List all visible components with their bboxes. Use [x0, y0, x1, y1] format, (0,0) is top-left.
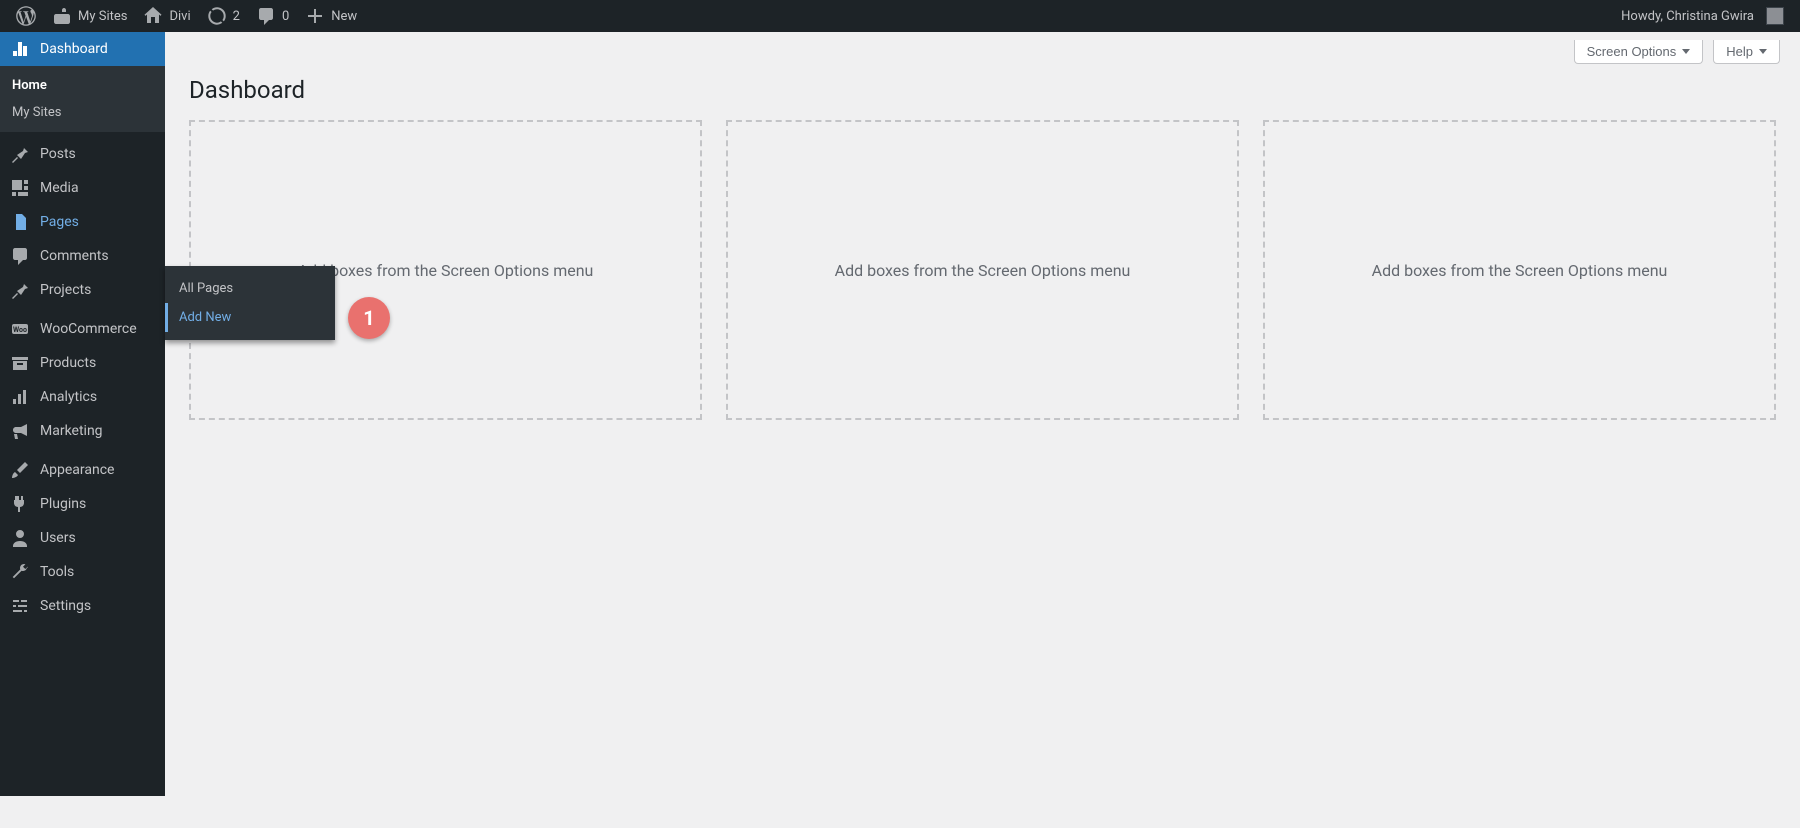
dashboard-icon: [10, 39, 30, 59]
sidebar-item-label: WooCommerce: [40, 321, 137, 337]
sidebar-item-label: Users: [40, 530, 76, 546]
update-icon: [207, 6, 227, 26]
comments-count: 0: [282, 9, 289, 24]
screen-options-button[interactable]: Screen Options: [1574, 40, 1704, 64]
wp-logo[interactable]: [8, 0, 44, 32]
sidebar-item-dashboard[interactable]: Dashboard: [0, 32, 165, 66]
site-name-label: Divi: [169, 9, 190, 24]
submenu-item-my-sites[interactable]: My Sites: [0, 99, 165, 126]
sidebar-item-woocommerce[interactable]: Woo WooCommerce: [0, 312, 165, 346]
sidebar-item-label: Marketing: [40, 423, 103, 439]
my-account-link[interactable]: Howdy, Christina Gwira: [1613, 0, 1792, 32]
sidebar-item-label: Posts: [40, 146, 76, 162]
projects-icon: [10, 280, 30, 300]
wrench-icon: [10, 562, 30, 582]
chart-bar-icon: [10, 387, 30, 407]
caret-down-icon: [1682, 49, 1690, 54]
sidebar-item-settings[interactable]: Settings: [0, 589, 165, 623]
sidebar-item-analytics[interactable]: Analytics: [0, 380, 165, 414]
sidebar-item-users[interactable]: Users: [0, 521, 165, 555]
pin-icon: [10, 144, 30, 164]
site-name-link[interactable]: Divi: [135, 0, 198, 32]
admin-toolbar: My Sites Divi 2 0 New Howdy, Christina G…: [0, 0, 1800, 32]
user-icon: [10, 528, 30, 548]
annotation-badge-1: 1: [348, 297, 390, 339]
caret-down-icon: [1759, 49, 1767, 54]
dashboard-widgets: Add boxes from the Screen Options menu A…: [165, 120, 1800, 420]
multisite-icon: [52, 6, 72, 26]
flyout-item-add-new[interactable]: Add New: [165, 303, 335, 332]
page-title: Dashboard: [165, 64, 1800, 120]
sidebar-item-media[interactable]: Media: [0, 171, 165, 205]
plus-icon: [305, 6, 325, 26]
sidebar-item-label: Products: [40, 355, 96, 371]
plug-icon: [10, 494, 30, 514]
sidebar-item-marketing[interactable]: Marketing: [0, 414, 165, 448]
sidebar-item-posts[interactable]: Posts: [0, 137, 165, 171]
flyout-item-all-pages[interactable]: All Pages: [165, 274, 335, 303]
woocommerce-icon: Woo: [10, 319, 30, 339]
main-content: Screen Options Help Dashboard Add boxes …: [165, 32, 1800, 420]
placeholder-text: Add boxes from the Screen Options menu: [298, 261, 594, 280]
sidebar-item-label: Dashboard: [40, 41, 108, 57]
sidebar-item-label: Media: [40, 180, 79, 196]
screen-meta-links: Screen Options Help: [165, 32, 1800, 64]
sidebar-item-projects[interactable]: Projects: [0, 273, 165, 307]
new-content-link[interactable]: New: [297, 0, 365, 32]
brush-icon: [10, 460, 30, 480]
my-sites-link[interactable]: My Sites: [44, 0, 135, 32]
sidebar-item-appearance[interactable]: Appearance: [0, 453, 165, 487]
new-label: New: [331, 9, 357, 24]
avatar: [1766, 7, 1784, 25]
sidebar-item-label: Comments: [40, 248, 109, 264]
updates-count: 2: [233, 9, 240, 24]
sidebar-item-label: Pages: [40, 214, 79, 230]
page-icon: [10, 212, 30, 232]
greeting-text: Howdy, Christina Gwira: [1621, 9, 1754, 24]
sidebar-item-pages[interactable]: Pages: [0, 205, 165, 239]
help-button[interactable]: Help: [1713, 40, 1780, 64]
widget-column-3: Add boxes from the Screen Options menu: [1263, 120, 1776, 420]
sidebar-item-label: Appearance: [40, 462, 114, 478]
widget-column-2: Add boxes from the Screen Options menu: [726, 120, 1239, 420]
sliders-icon: [10, 596, 30, 616]
dashboard-submenu: Home My Sites: [0, 66, 165, 132]
sidebar-item-label: Plugins: [40, 496, 86, 512]
comments-link[interactable]: 0: [248, 0, 297, 32]
sidebar-item-plugins[interactable]: Plugins: [0, 487, 165, 521]
placeholder-text: Add boxes from the Screen Options menu: [835, 261, 1131, 280]
wordpress-icon: [16, 6, 36, 26]
updates-link[interactable]: 2: [199, 0, 248, 32]
sidebar-item-tools[interactable]: Tools: [0, 555, 165, 589]
my-sites-label: My Sites: [78, 9, 127, 24]
placeholder-text: Add boxes from the Screen Options menu: [1372, 261, 1668, 280]
sidebar-item-products[interactable]: Products: [0, 346, 165, 380]
media-icon: [10, 178, 30, 198]
megaphone-icon: [10, 421, 30, 441]
pages-flyout: All Pages Add New: [165, 266, 335, 340]
sidebar-item-label: Projects: [40, 282, 91, 298]
svg-text:Woo: Woo: [13, 326, 27, 334]
comment-icon: [256, 6, 276, 26]
submenu-item-home[interactable]: Home: [0, 72, 165, 99]
sidebar-item-label: Settings: [40, 598, 91, 614]
sidebar-item-label: Tools: [40, 564, 74, 580]
home-icon: [143, 6, 163, 26]
sidebar-item-comments[interactable]: Comments: [0, 239, 165, 273]
sidebar-item-label: Analytics: [40, 389, 97, 405]
archive-icon: [10, 353, 30, 373]
admin-sidebar: Dashboard Home My Sites Posts Media Page…: [0, 32, 165, 796]
comments-icon: [10, 246, 30, 266]
